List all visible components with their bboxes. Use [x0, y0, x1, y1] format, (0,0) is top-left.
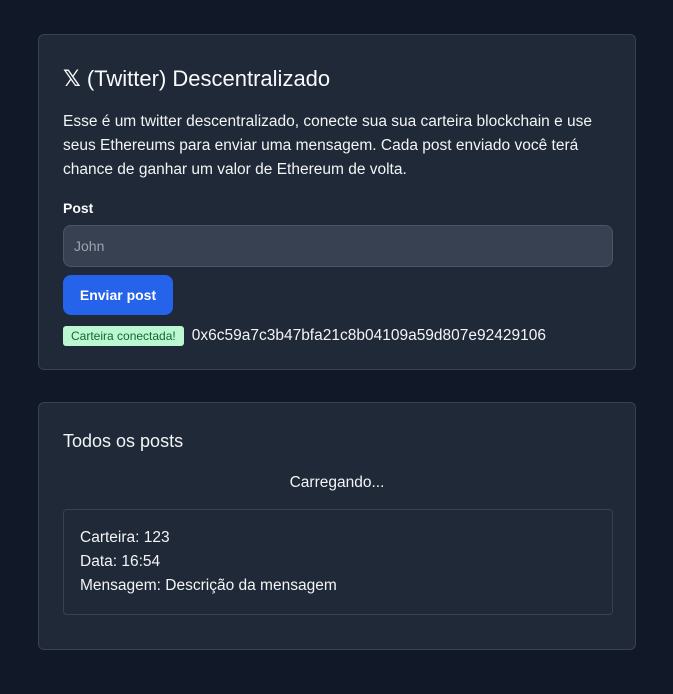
wallet-address: 0x6c59a7c3b47bfa21c8b04109a59d807e924291…	[191, 327, 546, 344]
send-post-button[interactable]: Enviar post	[63, 275, 173, 315]
post-wallet: Carteira: 123	[80, 529, 170, 546]
post-form-card: 𝕏 (Twitter) Descentralizado Esse é um tw…	[38, 34, 636, 370]
posts-card: Todos os posts Carregando... Carteira: 1…	[38, 402, 636, 650]
post-message: Mensagem: Descrição da mensagem	[80, 577, 337, 594]
loading-indicator: Carregando...	[289, 474, 385, 491]
post-item: Carteira: 123 Data: 16:54 Mensagem: Desc…	[63, 509, 613, 615]
post-label: Post	[63, 200, 94, 216]
app-description: Esse é um twitter descentralizado, conec…	[63, 113, 592, 178]
wallet-connected-badge: Carteira conectada!	[63, 326, 184, 346]
wallet-status-row: Carteira conectada! 0x6c59a7c3b47bfa21c8…	[63, 325, 611, 347]
x-logo-icon: 𝕏	[63, 67, 81, 92]
post-input[interactable]	[63, 225, 613, 267]
page-title: 𝕏 (Twitter) Descentralizado	[63, 65, 611, 94]
posts-section-title: Todos os posts	[63, 431, 184, 451]
page-title-text: (Twitter) Descentralizado	[80, 66, 331, 91]
post-date: Data: 16:54	[80, 553, 161, 570]
